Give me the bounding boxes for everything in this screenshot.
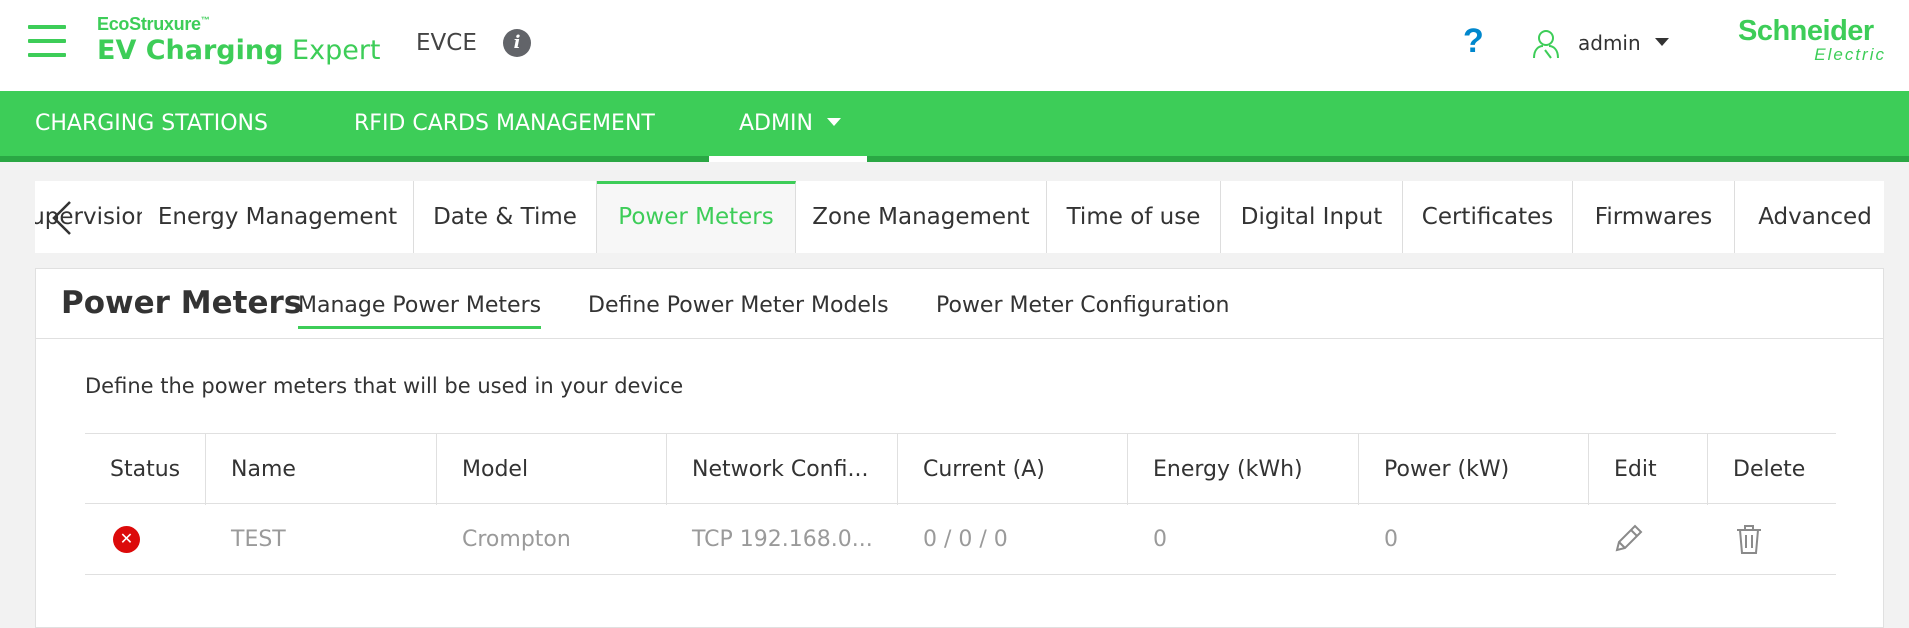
tab-time-of-use[interactable]: Time of use xyxy=(1047,181,1221,253)
chevron-down-icon[interactable] xyxy=(1655,38,1669,46)
column-header-status: Status xyxy=(85,434,206,505)
subtab-manage-power-meters[interactable]: Manage Power Meters xyxy=(298,293,542,329)
chevron-left-icon[interactable] xyxy=(50,200,74,236)
panel-header: Power Meters Manage Power Meters Define … xyxy=(36,269,1883,339)
table-header-row: Status Name Model Network Confi... Curre… xyxy=(85,433,1836,505)
trash-icon[interactable] xyxy=(1732,522,1766,556)
column-header-power: Power (kW) xyxy=(1359,434,1589,505)
vendor-logo-line2: Electric xyxy=(1814,45,1886,64)
tab-label: Zone Management xyxy=(812,204,1030,230)
admin-tabs: Supervision Energy Management Date & Tim… xyxy=(35,181,1884,253)
tab-label: Energy Management xyxy=(157,204,398,230)
product-logo: EcoStruxure™ EV Charging Expert xyxy=(97,14,381,66)
subtab-define-power-meter-models[interactable]: Define Power Meter Models xyxy=(588,293,889,326)
tab-label: Power Meters xyxy=(618,204,774,230)
nav-item-label: ADMIN xyxy=(739,111,813,136)
user-icon[interactable] xyxy=(1531,28,1561,60)
error-status-icon: ✕ xyxy=(113,526,140,553)
tab-label: Time of use xyxy=(1066,204,1201,230)
user-name[interactable]: admin xyxy=(1578,31,1641,55)
tab-advanced[interactable]: Advanced xyxy=(1735,181,1884,253)
edit-cell xyxy=(1589,504,1708,575)
model-cell: Crompton xyxy=(462,527,571,552)
delete-cell xyxy=(1708,504,1836,575)
tab-label: Digital Input xyxy=(1240,204,1383,230)
tab-label: Advanced xyxy=(1758,204,1872,230)
subtab-power-meter-configuration[interactable]: Power Meter Configuration xyxy=(936,293,1229,326)
power-meters-panel: Power Meters Manage Power Meters Define … xyxy=(35,268,1884,628)
device-name: EVCE xyxy=(416,30,477,56)
tab-energy-management[interactable]: Energy Management xyxy=(142,181,414,253)
column-header-name[interactable]: Name xyxy=(206,434,437,505)
app-header: EcoStruxure™ EV Charging Expert EVCE i ?… xyxy=(0,0,1909,91)
nav-item-label: RFID CARDS MANAGEMENT xyxy=(354,111,655,136)
tab-zone-management[interactable]: Zone Management xyxy=(796,181,1047,253)
column-header-network-config[interactable]: Network Confi... xyxy=(667,434,898,505)
schneider-electric-logo: Schneider Electric xyxy=(1738,16,1888,63)
panel-description: Define the power meters that will be use… xyxy=(85,374,684,398)
page-title: Power Meters xyxy=(61,285,303,321)
status-cell: ✕ xyxy=(85,504,206,575)
tab-label: Firmwares xyxy=(1594,204,1713,230)
brand-line1-text: EcoStruxure xyxy=(97,14,201,34)
tab-firmwares[interactable]: Firmwares xyxy=(1573,181,1735,253)
nav-item-admin[interactable]: ADMIN xyxy=(709,91,867,162)
table-row[interactable]: ✕ TEST Crompton TCP 192.168.0... 0 / 0 /… xyxy=(85,504,1836,575)
name-cell: TEST xyxy=(231,527,286,552)
column-header-current: Current (A) xyxy=(898,434,1128,505)
tab-label: Certificates xyxy=(1421,204,1554,230)
vendor-logo-line1: Schneider xyxy=(1738,15,1874,47)
nav-item-label: CHARGING STATIONS xyxy=(35,111,268,136)
chevron-down-icon xyxy=(826,118,841,126)
column-header-edit: Edit xyxy=(1589,434,1708,505)
brand-tm: ™ xyxy=(200,15,210,25)
column-header-delete: Delete xyxy=(1733,457,1806,482)
energy-cell: 0 xyxy=(1153,527,1167,552)
question-mark-icon[interactable]: ? xyxy=(1463,22,1484,61)
pencil-icon[interactable] xyxy=(1611,522,1645,556)
current-cell: 0 / 0 / 0 xyxy=(923,527,1008,552)
product-name: EV Charging Expert xyxy=(97,35,381,66)
tab-date-time[interactable]: Date & Time xyxy=(414,181,597,253)
tab-certificates[interactable]: Certificates xyxy=(1403,181,1573,253)
power-cell: 0 xyxy=(1384,527,1398,552)
menu-icon[interactable] xyxy=(28,25,66,57)
main-nav: CHARGING STATIONS RFID CARDS MANAGEMENT … xyxy=(0,91,1909,162)
power-meters-table: Status Name Model Network Confi... Curre… xyxy=(85,433,1836,575)
nav-item-charging-stations[interactable]: CHARGING STATIONS xyxy=(35,91,268,156)
product-name-light: Expert xyxy=(283,35,381,66)
tab-digital-input[interactable]: Digital Input xyxy=(1221,181,1403,253)
tab-power-meters[interactable]: Power Meters xyxy=(597,181,796,253)
column-header-energy: Energy (kWh) xyxy=(1128,434,1359,505)
network-config-cell: TCP 192.168.0... xyxy=(692,527,873,552)
brand-line1: EcoStruxure™ xyxy=(97,14,381,35)
nav-item-rfid-cards[interactable]: RFID CARDS MANAGEMENT xyxy=(354,91,655,156)
column-header-model[interactable]: Model xyxy=(437,434,667,505)
info-icon[interactable]: i xyxy=(503,29,531,57)
product-name-bold: EV Charging xyxy=(97,35,284,66)
tab-label: Date & Time xyxy=(433,204,577,230)
